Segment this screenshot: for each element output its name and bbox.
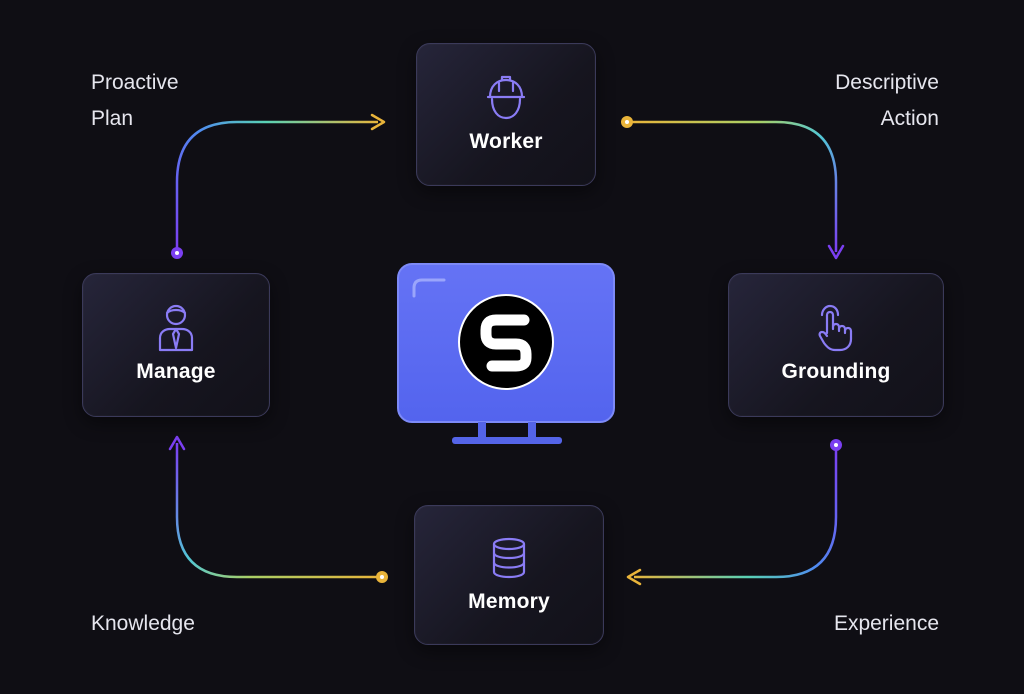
- database-icon: [487, 536, 531, 580]
- node-manage: Manage: [82, 273, 270, 417]
- node-manage-label: Manage: [136, 360, 216, 383]
- edge-label-descriptive-action: Descriptive Action: [760, 65, 939, 137]
- node-grounding: Grounding: [728, 273, 944, 417]
- arrow-manage-to-worker: [171, 113, 386, 259]
- edge-label-experience: Experience: [833, 612, 939, 635]
- node-grounding-label: Grounding: [781, 360, 891, 383]
- edge-label-line: Proactive: [91, 71, 179, 94]
- node-worker: Worker: [416, 43, 596, 186]
- manager-person-icon: [154, 304, 198, 352]
- edge-label-line: Plan: [91, 107, 134, 130]
- pointing-hand-icon: [814, 304, 858, 352]
- node-memory-label: Memory: [468, 590, 550, 613]
- arrow-worker-to-grounding: [621, 116, 845, 260]
- arrow-grounding-to-memory: [626, 439, 842, 586]
- node-memory: Memory: [414, 505, 604, 645]
- hard-hat-worker-icon: [484, 75, 528, 120]
- edge-label-knowledge: Knowledge: [91, 612, 195, 635]
- edge-label-line: Descriptive: [835, 71, 939, 94]
- edge-label-proactive-plan: Proactive Plan: [91, 65, 179, 137]
- node-worker-label: Worker: [469, 129, 543, 153]
- monitor-with-s-logo-icon: [397, 263, 615, 444]
- diagram: Proactive Plan Descriptive Action Knowle…: [0, 0, 1024, 694]
- arrow-memory-to-manage: [168, 435, 388, 583]
- edge-label-line: Action: [880, 107, 939, 130]
